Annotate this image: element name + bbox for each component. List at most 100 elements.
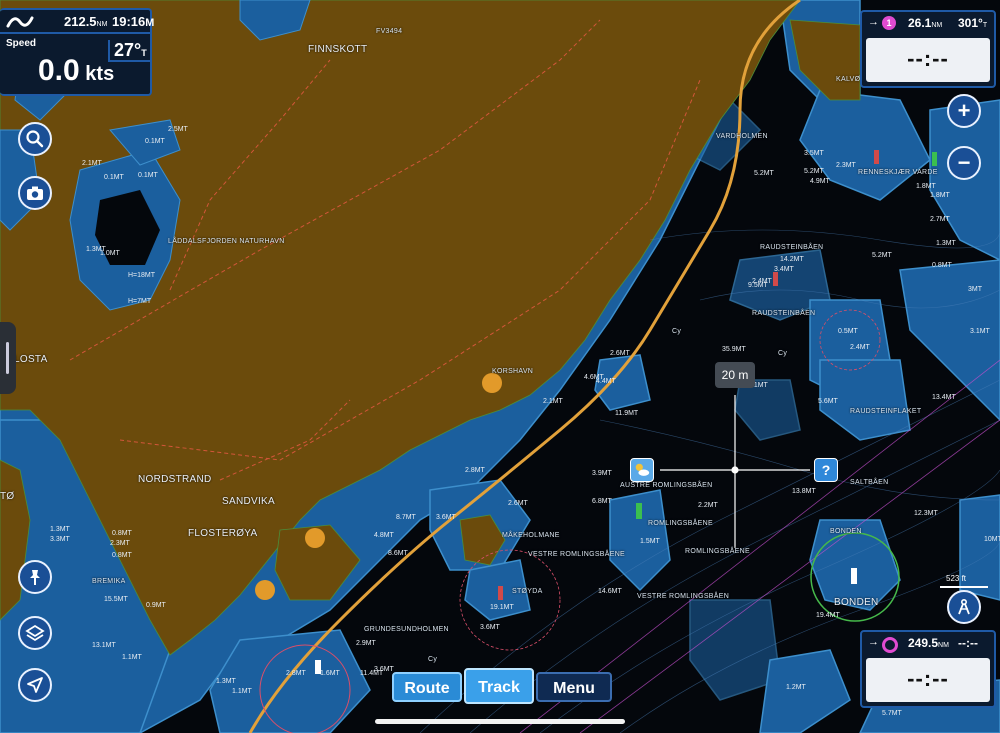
menu-button[interactable]: Menu — [536, 672, 612, 702]
track-button[interactable]: Track — [464, 668, 534, 704]
depth-label: 5.7MT — [882, 710, 902, 717]
weather-button[interactable] — [630, 458, 654, 482]
water-temperature: 27°T — [108, 40, 151, 62]
depth-label: 2.1MT — [543, 398, 563, 405]
depth-label: 15.5MT — [104, 596, 128, 603]
depth-label: 0.8MT — [112, 552, 132, 559]
depth-label: 11.4MT — [360, 670, 384, 677]
depth-label: 19.1MT — [490, 604, 514, 611]
cursor-range-label: 20 m — [715, 362, 755, 388]
weather-icon — [635, 463, 650, 476]
side-panel-handle[interactable] — [0, 322, 16, 394]
depth-label: 1.1MT — [232, 688, 252, 695]
depth-label: 0.1MT — [138, 172, 158, 179]
waypoint-bearing: 301°T — [958, 16, 988, 30]
depth-label: 0.1MT — [145, 138, 165, 145]
search-icon — [26, 130, 44, 148]
depth-label: 1.3MT — [936, 240, 956, 247]
pin-icon — [30, 570, 40, 585]
waypoint-row: → 249.5NM --:-- — [862, 632, 994, 656]
depth-label: 0.1MT — [104, 174, 124, 181]
depth-label: 19.4MT — [816, 612, 840, 619]
place-label: Cy — [428, 656, 438, 663]
depth-label: 3.9MT — [592, 470, 612, 477]
depth-label: 6.8MT — [592, 498, 612, 505]
depth-label: 2.8MT — [465, 467, 485, 474]
waypoint-eta-box: --:-- — [866, 38, 990, 82]
depth-label: 2.7MT — [930, 216, 950, 223]
depth-label: 1.8MT — [930, 192, 950, 199]
place-label: FINNSKOTT — [308, 44, 368, 55]
depth-label: 13.4MT — [932, 394, 956, 401]
depth-label: 2.6MT — [610, 350, 630, 357]
depth-label: 3.6MT — [480, 624, 500, 631]
depth-label: 0.8MT — [112, 530, 132, 537]
depth-label: 5.6MT — [818, 398, 838, 405]
waypoint-panel-top[interactable]: → 1 26.1NM 301°T --:-- — [860, 10, 996, 88]
destination-ring-icon — [882, 637, 898, 653]
place-label: RAUDSTEINBÅEN — [760, 244, 824, 251]
waypoint-eta: --:-- — [907, 666, 949, 691]
camera-button[interactable] — [18, 176, 52, 210]
place-label: STØYDA — [512, 588, 543, 595]
depth-label: 2.4MT — [850, 344, 870, 351]
depth-label: 4.8MT — [374, 532, 394, 539]
zoom-in-button[interactable]: + — [947, 94, 981, 128]
place-label: KORSHAVN — [492, 368, 534, 375]
depth-label: 2.5MT — [168, 126, 188, 133]
pin-button[interactable] — [18, 560, 52, 594]
status-row: 212.5NM 19:16M — [0, 10, 155, 34]
layers-button[interactable] — [18, 616, 52, 650]
zoom-out-button[interactable]: − — [947, 146, 981, 180]
depth-label: 5.2MT — [872, 252, 892, 259]
info-button[interactable]: ? — [814, 458, 838, 482]
place-label: VARDHOLMEN — [716, 133, 768, 140]
place-label: VESTRE ROMLINGSBÅENE — [528, 551, 626, 558]
route-button[interactable]: Route — [392, 672, 462, 702]
depth-label: 5.2MT — [754, 170, 774, 177]
place-label: SALTBÅEN — [850, 479, 889, 486]
locate-button[interactable] — [18, 668, 52, 702]
trip-distance: 212.5NM — [64, 14, 108, 29]
arrow-right-icon: → — [868, 16, 879, 28]
depth-label: 2.3MT — [110, 540, 130, 547]
depth-label: 2.6MT — [508, 500, 528, 507]
depth-label: 0.8MT — [932, 262, 952, 269]
depth-label: 1.0MT — [100, 250, 120, 257]
compass-button[interactable] — [947, 590, 981, 624]
depth-label: H=7MT — [128, 298, 152, 305]
place-label: VESTRE ROMLINGSBÅEN — [637, 593, 730, 600]
nautical-chart[interactable] — [0, 0, 1000, 733]
trip-time: 19:16M — [112, 14, 155, 29]
place-label: FLOSTERØYA — [188, 528, 258, 539]
depth-label: 3.4MT — [774, 266, 794, 273]
location-arrow-icon — [27, 677, 43, 693]
depth-label: 10MT — [984, 536, 1000, 543]
depth-label: 0.9MT — [146, 602, 166, 609]
depth-label: 2.3MT — [836, 162, 856, 169]
question-icon: ? — [821, 462, 831, 478]
waypoint-row: → 1 26.1NM 301°T — [862, 12, 994, 36]
search-button[interactable] — [18, 122, 52, 156]
place-label: BONDEN — [830, 528, 862, 535]
depth-label: 3.6MT — [436, 514, 456, 521]
waypoint-eta-box: --:-- — [866, 658, 990, 702]
depth-label: 1.2MT — [786, 684, 806, 691]
depth-label: 0.5MT — [838, 328, 858, 335]
depth-label: 2.1MT — [82, 160, 102, 167]
place-label: NORDSTRAND — [138, 474, 212, 485]
place-label: LÅDDALSFJORDEN NATURHAVN — [168, 238, 285, 245]
depth-label: 8.6MT — [388, 550, 408, 557]
home-indicator[interactable] — [375, 719, 625, 724]
place-label: ROMLINGSBÅENE — [648, 520, 713, 527]
depth-label: 3.5MT — [804, 150, 824, 157]
waypoint-badge: 1 — [882, 16, 896, 30]
depth-label: 12.3MT — [914, 510, 938, 517]
layers-icon — [25, 624, 45, 642]
waypoint-panel-bottom[interactable]: → 249.5NM --:-- --:-- — [860, 630, 996, 708]
speed-panel[interactable]: 212.5NM 19:16M Speed 0.0 kts 27°T — [0, 8, 155, 96]
compass-icon — [958, 598, 970, 615]
waypoint-distance: 26.1NM — [908, 16, 943, 30]
depth-label: 13.1MT — [92, 642, 116, 649]
depth-label: 1.8MT — [916, 183, 936, 190]
